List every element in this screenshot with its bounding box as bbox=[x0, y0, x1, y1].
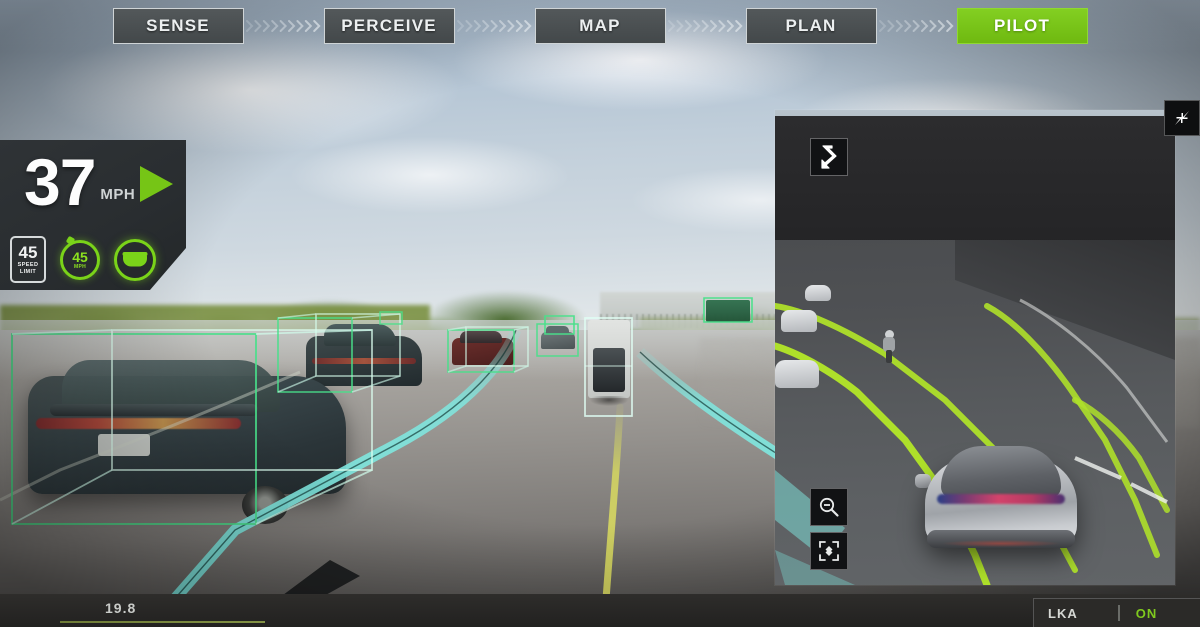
minimap-detected-vehicle-3 bbox=[775, 360, 819, 388]
speed-limit-label-line2: LIMIT bbox=[19, 268, 37, 275]
minimap-barrier-wall bbox=[775, 116, 1175, 251]
pipeline-step-perceive[interactable]: PERCEIVE bbox=[323, 8, 455, 44]
highway-sign bbox=[706, 300, 750, 322]
pipeline-stepper: SENSE PERCEIVE MAP PLAN PILOT bbox=[0, 0, 1200, 52]
detected-vehicle-red bbox=[450, 330, 516, 372]
pipeline-separator bbox=[455, 16, 535, 36]
cruise-set-unit: MPH bbox=[73, 263, 86, 270]
steering-wheel-hub bbox=[123, 253, 147, 267]
world-model-minimap[interactable] bbox=[775, 110, 1175, 585]
fit-to-screen-glyph bbox=[819, 541, 839, 561]
lka-separator bbox=[1117, 605, 1120, 621]
speed-limit-label-line1: SPEED bbox=[17, 262, 39, 268]
cruise-stem-icon bbox=[65, 235, 76, 245]
driving-hud-screen: 37 MPH 45 SPEED LIMIT 45 MPH 19.8 LKA ON… bbox=[0, 0, 1200, 627]
collapse-arrows-glyph bbox=[1175, 111, 1189, 125]
speed-unit: MPH bbox=[100, 185, 136, 203]
pipeline-step-pilot[interactable]: PILOT bbox=[956, 8, 1088, 44]
lane-change-arrow-glyph bbox=[821, 145, 837, 169]
magnifier-minus-icon[interactable] bbox=[810, 488, 848, 526]
lka-state-value: ON bbox=[1135, 605, 1158, 621]
speed-limit-value: 45 bbox=[18, 243, 38, 262]
speed-readout: 37 MPH bbox=[24, 145, 136, 219]
pipeline-step-label: PLAN bbox=[785, 16, 837, 35]
lane-change-merge-left-icon[interactable] bbox=[810, 138, 848, 176]
pipeline-step-plan[interactable]: PLAN bbox=[745, 8, 877, 44]
lka-status-widget[interactable]: LKA ON bbox=[1033, 598, 1200, 627]
chevron-right-arrows-icon bbox=[667, 20, 743, 32]
cruise-set-value: 45 bbox=[72, 248, 88, 265]
speed-value: 37 bbox=[24, 145, 96, 219]
fit-to-screen-icon[interactable] bbox=[810, 532, 848, 570]
minimap-motorcyclist bbox=[883, 330, 895, 363]
minimap-detected-vehicle-1 bbox=[805, 285, 831, 301]
chevron-right-arrows-icon bbox=[245, 20, 321, 32]
hud-status-icons: 45 SPEED LIMIT 45 MPH bbox=[10, 235, 156, 283]
lka-label: LKA bbox=[1048, 605, 1078, 621]
detected-truck bbox=[588, 320, 630, 416]
pipeline-step-map[interactable]: MAP bbox=[534, 8, 666, 44]
pipeline-separator bbox=[666, 16, 746, 36]
pipeline-separator bbox=[877, 16, 957, 36]
odometer-underline bbox=[60, 621, 265, 623]
pipeline-step-label: PILOT bbox=[993, 16, 1051, 35]
chevron-right-arrows-icon bbox=[456, 20, 532, 32]
speed-hud-panel: 37 MPH 45 SPEED LIMIT 45 MPH bbox=[0, 140, 186, 290]
chevron-right-arrows-icon bbox=[878, 20, 954, 32]
detected-lead-sedan bbox=[10, 330, 365, 524]
speed-limit-sign: 45 SPEED LIMIT bbox=[10, 236, 46, 283]
pipeline-step-label: PERCEIVE bbox=[341, 16, 437, 35]
odometer-value: 19.8 bbox=[105, 600, 137, 616]
minimap-detected-vehicle-2 bbox=[781, 310, 817, 332]
detected-vehicle-far bbox=[540, 326, 576, 354]
pipeline-step-label: SENSE bbox=[146, 16, 210, 35]
magnifier-minus-glyph bbox=[819, 497, 839, 517]
collapse-arrows-icon[interactable] bbox=[1164, 100, 1200, 136]
pipeline-separator bbox=[244, 16, 324, 36]
pipeline-step-sense[interactable]: SENSE bbox=[112, 8, 244, 44]
pipeline-step-label: MAP bbox=[579, 16, 621, 35]
cruise-control-icon[interactable]: 45 MPH bbox=[60, 235, 100, 280]
bottom-status-bar: 19.8 LKA ON bbox=[0, 594, 1200, 627]
steering-wheel-icon[interactable] bbox=[114, 238, 156, 281]
minimap-ego-vehicle bbox=[915, 440, 1085, 560]
green-right-arrow-icon bbox=[140, 166, 173, 202]
